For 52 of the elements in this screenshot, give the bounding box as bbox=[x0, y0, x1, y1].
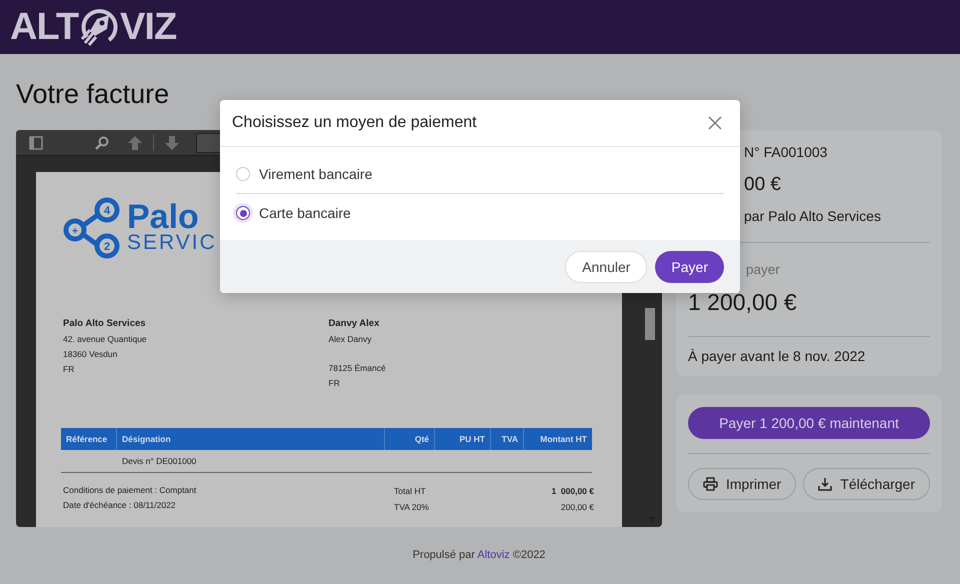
arrow-up-icon[interactable] bbox=[127, 134, 143, 150]
cancel-button[interactable]: Annuler bbox=[565, 250, 648, 282]
address-line: Alex Danvy bbox=[328, 333, 372, 346]
total-label: TVA 20% bbox=[394, 501, 429, 514]
rocket-icon bbox=[79, 7, 120, 47]
total-label: Total HT bbox=[394, 485, 426, 498]
party-name: Palo Alto Services bbox=[63, 318, 147, 329]
pay-button[interactable]: Payer bbox=[655, 250, 724, 282]
payment-condition: Conditions de paiement : Comptant bbox=[63, 484, 196, 497]
address-line: FR bbox=[328, 377, 341, 390]
address-line: 42. avenue Quantique bbox=[63, 333, 148, 346]
due-amount: 1 200,00 € bbox=[688, 289, 798, 316]
altoviz-link[interactable]: Altoviz bbox=[477, 549, 510, 561]
column-header: TVA bbox=[491, 428, 524, 450]
logo-text: ALT bbox=[10, 6, 78, 48]
company-logo-subtext: SERVIC bbox=[127, 233, 217, 253]
column-header: Montant HT bbox=[539, 433, 588, 446]
printer-icon bbox=[703, 477, 718, 491]
company-logo-text: Palo bbox=[127, 201, 199, 233]
download-icon bbox=[818, 477, 832, 491]
print-button[interactable]: Imprimer bbox=[688, 468, 796, 500]
sidebar-icon[interactable] bbox=[29, 136, 43, 150]
column-header: Qté bbox=[385, 428, 435, 450]
party-name: Danvy Alex bbox=[328, 318, 380, 329]
table-cell-text: Devis n° DE001000 bbox=[121, 456, 198, 466]
payment-condition: Date d'échéance : 08/11/2022 bbox=[63, 499, 177, 512]
invoice-amount: 00 € bbox=[744, 174, 782, 197]
due-label: payer bbox=[746, 262, 781, 277]
total-value: 1 000,00 € bbox=[551, 485, 594, 498]
address-line: FR bbox=[63, 363, 76, 376]
option-label[interactable]: Virement bancaire bbox=[259, 166, 372, 182]
radio-button[interactable] bbox=[236, 206, 250, 220]
due-date: À payer avant le 8 nov. 2022 bbox=[688, 348, 866, 364]
total-value: 200,00 € bbox=[560, 501, 594, 514]
column-header: Désignation bbox=[117, 428, 385, 450]
address-line: 78125 Émancé bbox=[328, 362, 387, 375]
search-icon[interactable] bbox=[95, 136, 109, 150]
invoice-number: N° FA001003 bbox=[744, 144, 828, 162]
footer-text: Propulsé par Altoviz ©2022 bbox=[412, 549, 546, 561]
dialog-title: Choisissez un moyen de paiement bbox=[232, 114, 477, 132]
arrow-down-icon[interactable] bbox=[164, 134, 180, 150]
issuer-text: par Palo Alto Services bbox=[744, 208, 882, 224]
page-title: Votre facture bbox=[16, 78, 170, 110]
close-icon[interactable] bbox=[708, 116, 722, 130]
option-label[interactable]: Carte bancaire bbox=[259, 205, 351, 221]
column-header: PU HT bbox=[435, 428, 491, 450]
download-button[interactable]: Télécharger bbox=[803, 468, 930, 500]
logo-text: VIZ bbox=[120, 6, 176, 48]
address-line: 18360 Vesdun bbox=[63, 348, 118, 361]
pay-now-button[interactable]: Payer 1 200,00 € maintenant bbox=[688, 407, 930, 439]
scroll-thumb[interactable] bbox=[645, 308, 655, 340]
column-header: Référence bbox=[61, 428, 117, 450]
